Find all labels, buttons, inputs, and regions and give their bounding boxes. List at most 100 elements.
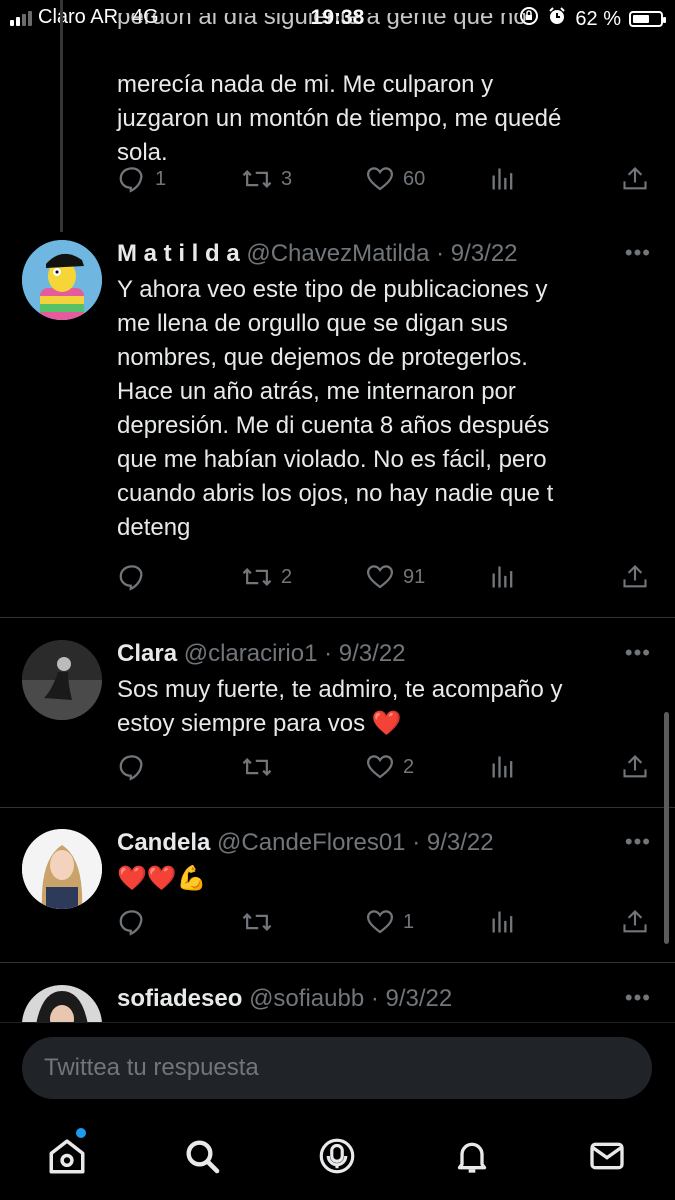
user-handle[interactable]: @claracirio1 bbox=[184, 640, 318, 667]
heart-icon bbox=[366, 910, 394, 934]
user-handle[interactable]: @sofiaubb bbox=[249, 985, 364, 1012]
avatar-image bbox=[22, 985, 102, 1022]
share-icon bbox=[623, 565, 647, 588]
avatar-image bbox=[22, 829, 102, 909]
reply-icon bbox=[119, 565, 143, 591]
reply-button[interactable] bbox=[117, 752, 155, 782]
like-count: 91 bbox=[403, 565, 426, 588]
reply-input[interactable] bbox=[22, 1037, 652, 1099]
tweet-actions: 1 bbox=[117, 907, 657, 939]
reply-button[interactable]: 1 bbox=[117, 164, 166, 194]
share-button[interactable] bbox=[621, 752, 649, 782]
reply-button[interactable] bbox=[117, 907, 155, 937]
search-icon bbox=[186, 1140, 220, 1174]
new-content-dot bbox=[76, 1128, 86, 1138]
retweet-button[interactable] bbox=[241, 752, 281, 782]
analytics-icon bbox=[492, 911, 513, 933]
more-options-icon[interactable]: ••• bbox=[625, 985, 651, 1011]
avatar[interactable] bbox=[22, 829, 102, 909]
like-button[interactable]: 60 bbox=[365, 164, 425, 194]
tweet-date: · 9/3/22 bbox=[324, 640, 406, 667]
reply-button[interactable] bbox=[117, 562, 155, 592]
share-button[interactable] bbox=[621, 907, 649, 937]
tweet-thread[interactable]: perdón al día siguiente a gente que no m… bbox=[0, 0, 675, 1022]
avatar[interactable] bbox=[22, 240, 102, 320]
heart-icon bbox=[366, 565, 394, 589]
avatar-image bbox=[22, 640, 102, 720]
reply-icon bbox=[119, 167, 143, 193]
tab-notifications[interactable] bbox=[450, 1134, 494, 1178]
user-handle[interactable]: @ChavezMatilda bbox=[246, 240, 429, 267]
more-options-icon[interactable]: ••• bbox=[625, 240, 651, 266]
tweet-date: · 9/3/22 bbox=[436, 240, 518, 267]
like-button[interactable]: 91 bbox=[365, 562, 425, 592]
tab-search[interactable] bbox=[180, 1134, 224, 1178]
tweet-text: Sos muy fuerte, te admiro, te acompaño y… bbox=[117, 676, 563, 737]
notifications-icon bbox=[457, 1142, 487, 1173]
analytics-button[interactable] bbox=[489, 562, 517, 592]
reply-count: 1 bbox=[155, 167, 167, 190]
reply-icon bbox=[119, 910, 143, 936]
like-count: 2 bbox=[403, 755, 415, 778]
share-button[interactable] bbox=[621, 562, 649, 592]
tweet-text: merecía nada de mi. Me culparon y juzgar… bbox=[117, 71, 562, 166]
display-name[interactable]: Clara bbox=[117, 640, 177, 667]
tweet-actions: 2 91 bbox=[117, 562, 657, 594]
avatar[interactable] bbox=[22, 640, 102, 720]
scrollbar[interactable] bbox=[664, 712, 669, 944]
divider bbox=[0, 807, 675, 808]
avatar[interactable] bbox=[22, 985, 102, 1022]
retweet-count: 2 bbox=[281, 565, 293, 588]
retweet-button[interactable]: 2 bbox=[241, 562, 292, 592]
display-name[interactable]: sofiadeseo bbox=[117, 985, 242, 1012]
avatar-image bbox=[22, 240, 102, 320]
tweet-text: ❤️❤️💪 bbox=[117, 865, 207, 892]
display-name[interactable]: M a t i l d a bbox=[117, 240, 240, 267]
like-button[interactable]: 2 bbox=[365, 752, 414, 782]
user-handle[interactable]: @CandeFlores01 bbox=[217, 829, 405, 856]
display-name[interactable]: Candela bbox=[117, 829, 210, 856]
home-icon bbox=[49, 1139, 85, 1174]
retweet-icon bbox=[242, 568, 272, 586]
like-count: 1 bbox=[403, 910, 415, 933]
analytics-button[interactable] bbox=[489, 164, 517, 194]
messages-icon bbox=[590, 1142, 624, 1170]
share-icon bbox=[623, 755, 647, 778]
tweet-date: · 9/3/22 bbox=[412, 829, 494, 856]
retweet-count: 3 bbox=[281, 167, 293, 190]
tweet-date: · 9/3/22 bbox=[370, 985, 453, 1012]
heart-icon bbox=[366, 755, 394, 779]
reply-bar bbox=[0, 1022, 675, 1113]
tab-spaces[interactable] bbox=[315, 1134, 359, 1178]
tweet-actions: 2 bbox=[117, 752, 657, 784]
tab-messages[interactable] bbox=[585, 1134, 629, 1178]
more-options-icon[interactable]: ••• bbox=[625, 640, 651, 666]
divider bbox=[0, 617, 675, 618]
like-button[interactable]: 1 bbox=[365, 907, 414, 937]
retweet-icon bbox=[242, 913, 272, 931]
divider bbox=[0, 962, 675, 963]
more-options-icon[interactable]: ••• bbox=[625, 829, 651, 855]
retweet-button[interactable]: 3 bbox=[241, 164, 292, 194]
share-button[interactable] bbox=[621, 164, 649, 194]
thread-line bbox=[60, 0, 63, 232]
analytics-button[interactable] bbox=[489, 752, 517, 782]
tweet-text-cutoff: perdón al día siguiente a gente que no bbox=[117, 13, 527, 30]
retweet-button[interactable] bbox=[241, 907, 281, 937]
retweet-icon bbox=[242, 170, 272, 188]
share-icon bbox=[623, 167, 647, 190]
share-icon bbox=[623, 910, 647, 933]
analytics-button[interactable] bbox=[489, 907, 517, 937]
spaces-icon bbox=[319, 1138, 355, 1174]
retweet-icon bbox=[242, 758, 272, 776]
tab-bar bbox=[0, 1112, 675, 1200]
tab-home[interactable] bbox=[45, 1134, 89, 1178]
tweet-actions: 1 3 60 bbox=[117, 164, 657, 196]
heart-icon bbox=[366, 167, 394, 191]
analytics-icon bbox=[492, 756, 513, 778]
like-count: 60 bbox=[403, 167, 426, 190]
analytics-icon bbox=[492, 168, 513, 190]
tweet-text: Y ahora veo este tipo de publicaciones y… bbox=[117, 276, 554, 541]
reply-icon bbox=[119, 755, 143, 781]
analytics-icon bbox=[492, 566, 513, 588]
